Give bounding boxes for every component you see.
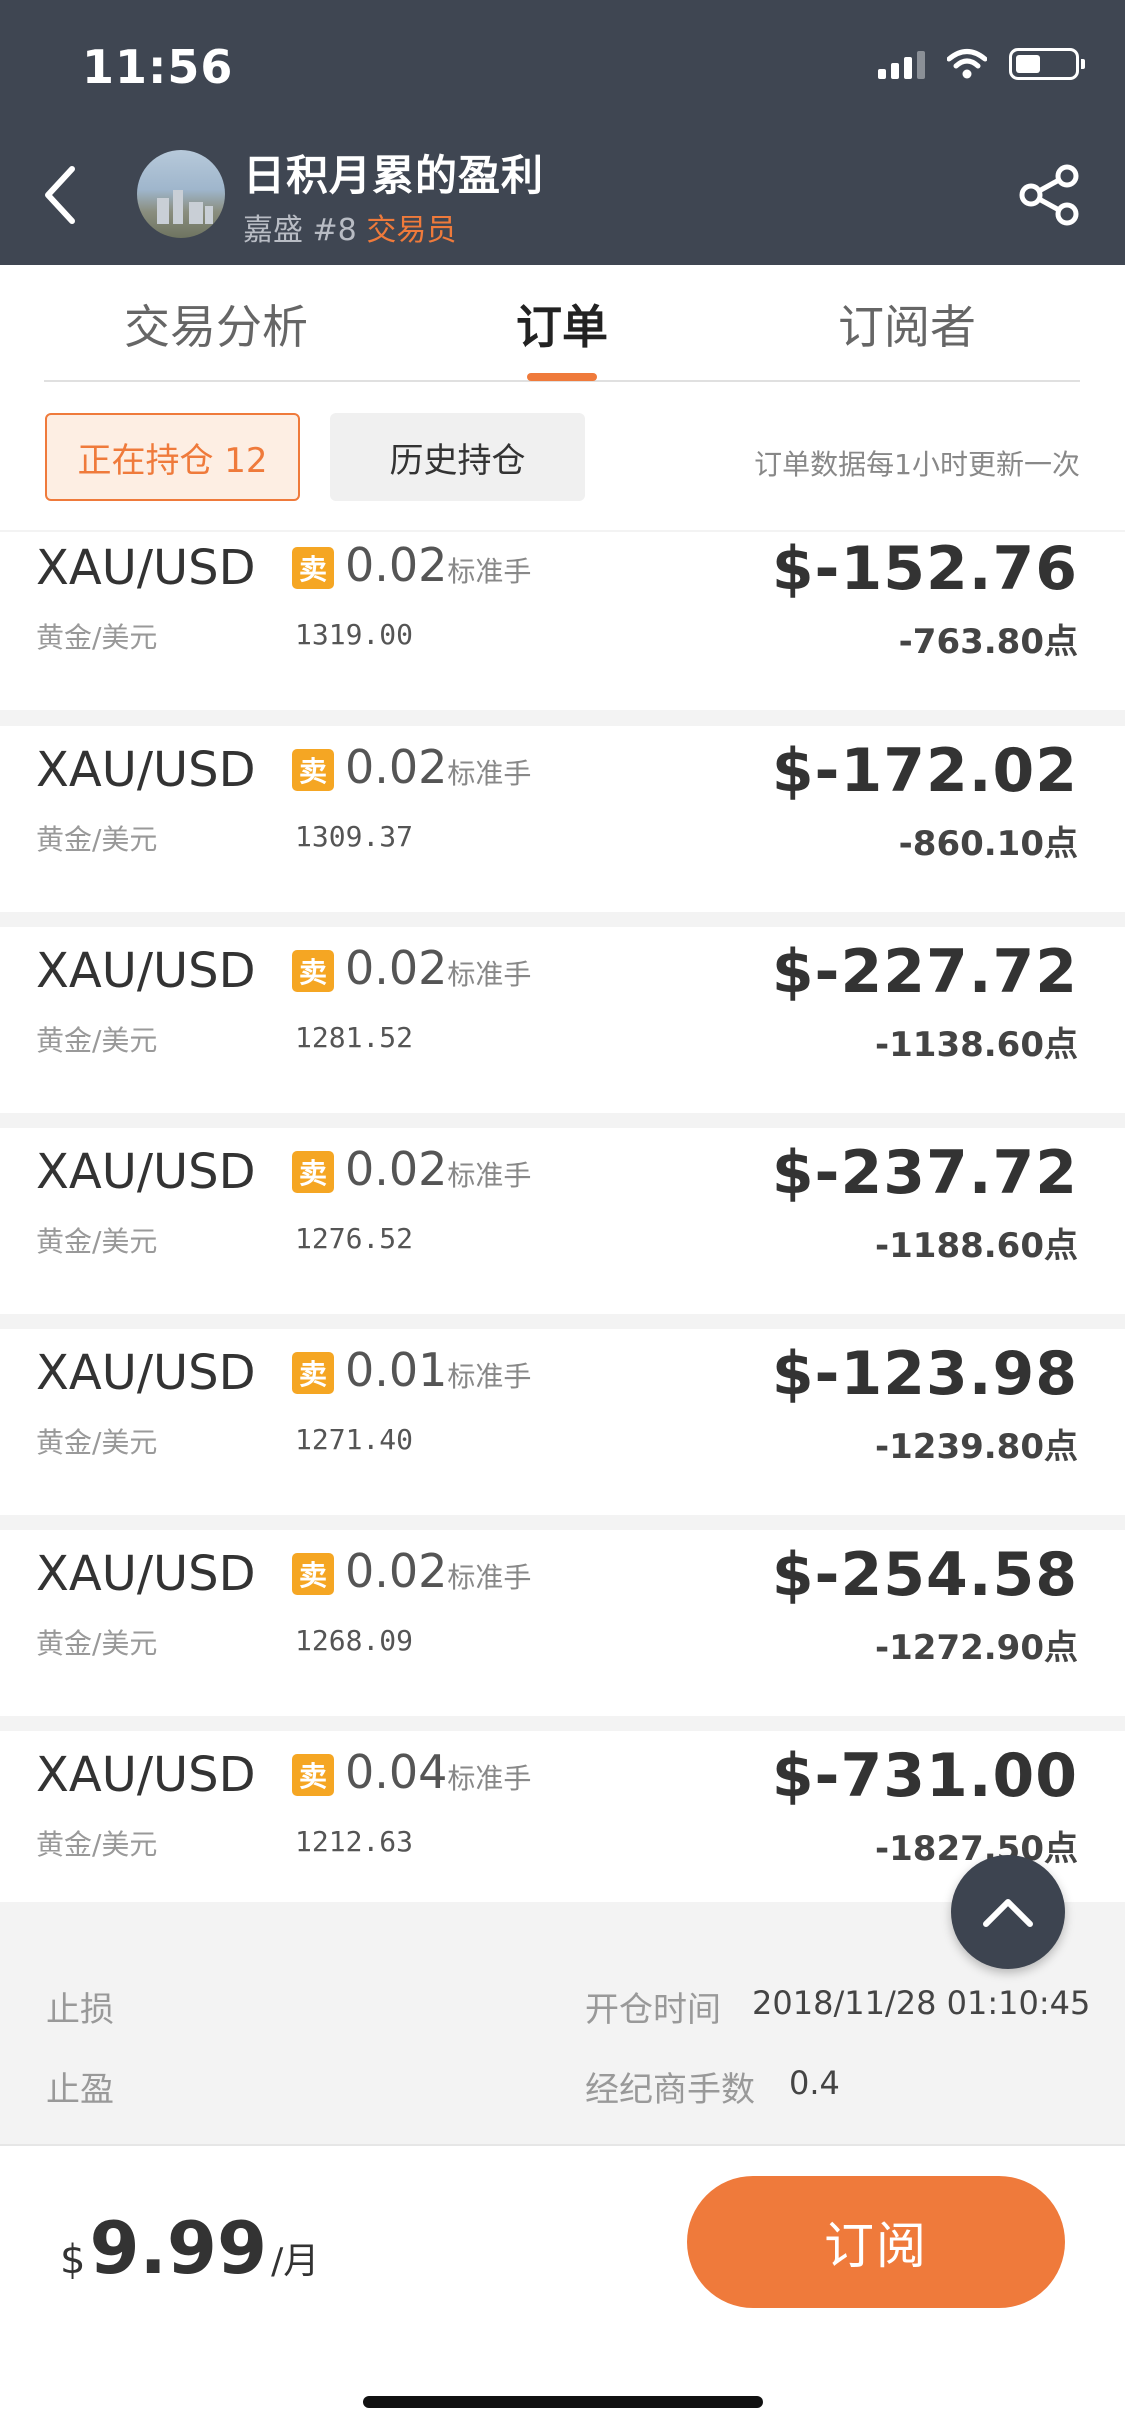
order-lots: 0.01标准手	[345, 1343, 532, 1397]
order-pnl: $-123.98	[771, 1339, 1078, 1409]
order-symbol: XAU/USD	[36, 1345, 256, 1401]
order-pnl: $-731.00	[771, 1741, 1078, 1811]
trader-role: 交易员	[366, 213, 457, 248]
avatar[interactable]	[137, 150, 225, 238]
status-icons	[878, 48, 1085, 80]
order-symbol: XAU/USD	[36, 1747, 256, 1803]
order-pnl: $-237.72	[771, 1138, 1078, 1208]
order-side-badge: 卖	[292, 1754, 334, 1796]
share-icon	[1019, 164, 1079, 226]
scroll-to-top-button[interactable]	[951, 1855, 1065, 1969]
broker-lots-label: 经纪商手数	[585, 2070, 755, 2110]
share-button[interactable]	[1015, 160, 1085, 230]
position-filter-bar: 正在持仓 12 历史持仓 订单数据每1小时更新一次	[0, 385, 1125, 530]
open-positions-button[interactable]: 正在持仓 12	[45, 413, 300, 501]
order-points: -860.10点	[898, 824, 1078, 864]
order-pnl: $-172.02	[771, 736, 1078, 806]
order-symbol: XAU/USD	[36, 540, 256, 596]
order-lots: 0.02标准手	[345, 1142, 532, 1196]
back-icon	[45, 166, 75, 224]
trader-meta: 嘉盛 #8 交易员	[243, 205, 456, 249]
battery-icon	[1009, 48, 1085, 80]
order-symbol-cn: 黄金/美元	[36, 1426, 158, 1459]
home-indicator	[363, 2396, 763, 2408]
order-side-badge: 卖	[292, 950, 334, 992]
order-symbol: XAU/USD	[36, 742, 256, 798]
order-row[interactable]: XAU/USD 卖 0.02标准手 黄金/美元 1268.09 $-254.58…	[0, 1530, 1125, 1716]
tab-orders[interactable]: 订单	[516, 291, 608, 357]
back-button[interactable]	[30, 155, 90, 235]
price-period: /月	[271, 2241, 320, 2282]
order-points: -1188.60点	[875, 1226, 1078, 1266]
subscribe-button[interactable]: 订阅	[687, 2176, 1065, 2308]
order-open-price: 1309.37	[295, 820, 414, 853]
order-symbol: XAU/USD	[36, 1546, 256, 1602]
order-open-price: 1212.63	[295, 1825, 414, 1858]
order-pnl: $-227.72	[771, 937, 1078, 1007]
order-side-badge: 卖	[292, 1352, 334, 1394]
order-row[interactable]: XAU/USD 卖 0.02标准手 黄金/美元 1309.37 $-172.02…	[0, 726, 1125, 912]
order-symbol-cn: 黄金/美元	[36, 1024, 158, 1057]
stop-loss-label: 止损	[46, 1990, 114, 2030]
trader-name: 日积月累的盈利	[243, 151, 545, 200]
order-points: -1239.80点	[875, 1427, 1078, 1467]
order-open-price: 1319.00	[295, 618, 414, 651]
order-points: -1138.60点	[875, 1025, 1078, 1065]
order-open-price: 1276.52	[295, 1222, 414, 1255]
app-screen: 11:56 日积月累的盈利 嘉盛 #8 交易员 交易分析 订单 订阅者 正在持仓…	[0, 0, 1125, 2436]
order-side-badge: 卖	[292, 1151, 334, 1193]
order-lots: 0.04标准手	[345, 1745, 532, 1799]
order-lots: 0.02标准手	[345, 538, 532, 592]
order-symbol-cn: 黄金/美元	[36, 621, 158, 654]
order-symbol-cn: 黄金/美元	[36, 1627, 158, 1660]
order-pnl: $-254.58	[771, 1540, 1078, 1610]
take-profit-label: 止盈	[46, 2070, 114, 2110]
tab-trade-analysis[interactable]: 交易分析	[124, 291, 308, 357]
history-positions-button[interactable]: 历史持仓	[330, 413, 585, 501]
order-points: -1827.50点	[875, 1829, 1078, 1869]
tab-subscribers[interactable]: 订阅者	[838, 291, 976, 357]
trader-rank: #8	[312, 213, 357, 248]
order-row[interactable]: XAU/USD 卖 0.02标准手 黄金/美元 1319.00 $-152.76…	[0, 532, 1125, 710]
order-symbol-cn: 黄金/美元	[36, 1828, 158, 1861]
order-points: -1272.90点	[875, 1628, 1078, 1668]
price-currency: $	[60, 2237, 86, 2283]
order-symbol: XAU/USD	[36, 1144, 256, 1200]
order-pnl: $-152.76	[771, 534, 1078, 604]
order-side-badge: 卖	[292, 1553, 334, 1595]
arrow-up-icon	[983, 1899, 1033, 1927]
order-symbol-cn: 黄金/美元	[36, 1225, 158, 1258]
order-open-price: 1281.52	[295, 1021, 414, 1054]
subscription-price: $ 9.99 /月	[60, 2206, 319, 2290]
order-symbol-cn: 黄金/美元	[36, 823, 158, 856]
order-row[interactable]: XAU/USD 卖 0.02标准手 黄金/美元 1281.52 $-227.72…	[0, 927, 1125, 1113]
order-details-panel: 止损 止盈 开仓时间 2018/11/28 01:10:45 经纪商手数 0.4	[0, 1902, 1125, 2144]
app-header: 11:56 日积月累的盈利 嘉盛 #8 交易员	[0, 0, 1125, 265]
update-note: 订单数据每1小时更新一次	[754, 448, 1080, 481]
subscribe-footer: $ 9.99 /月 订阅	[0, 2144, 1125, 2436]
order-lots: 0.02标准手	[345, 1544, 532, 1598]
active-tab-indicator	[527, 373, 597, 381]
order-points: -763.80点	[898, 622, 1078, 662]
order-symbol: XAU/USD	[36, 943, 256, 999]
order-lots: 0.02标准手	[345, 740, 532, 794]
order-open-price: 1268.09	[295, 1624, 414, 1657]
broker-name: 嘉盛	[243, 213, 303, 248]
order-open-price: 1271.40	[295, 1423, 414, 1456]
open-time-label: 开仓时间	[585, 1990, 721, 2030]
order-row[interactable]: XAU/USD 卖 0.01标准手 黄金/美元 1271.40 $-123.98…	[0, 1329, 1125, 1515]
order-list: XAU/USD 卖 0.02标准手 黄金/美元 1319.00 $-152.76…	[0, 532, 1125, 1902]
tab-bar: 交易分析 订单 订阅者	[0, 265, 1125, 385]
open-time-value: 2018/11/28 01:10:45	[752, 1984, 1091, 2022]
order-side-badge: 卖	[292, 749, 334, 791]
order-side-badge: 卖	[292, 547, 334, 589]
order-row[interactable]: XAU/USD 卖 0.02标准手 黄金/美元 1276.52 $-237.72…	[0, 1128, 1125, 1314]
broker-lots-value: 0.4	[789, 2064, 840, 2102]
wifi-icon	[947, 49, 987, 79]
order-lots: 0.02标准手	[345, 941, 532, 995]
order-row[interactable]: XAU/USD 卖 0.04标准手 黄金/美元 1212.63 $-731.00…	[0, 1731, 1125, 1902]
status-time: 11:56	[82, 40, 234, 94]
signal-icon	[878, 49, 925, 79]
price-amount: 9.99	[89, 2206, 268, 2290]
